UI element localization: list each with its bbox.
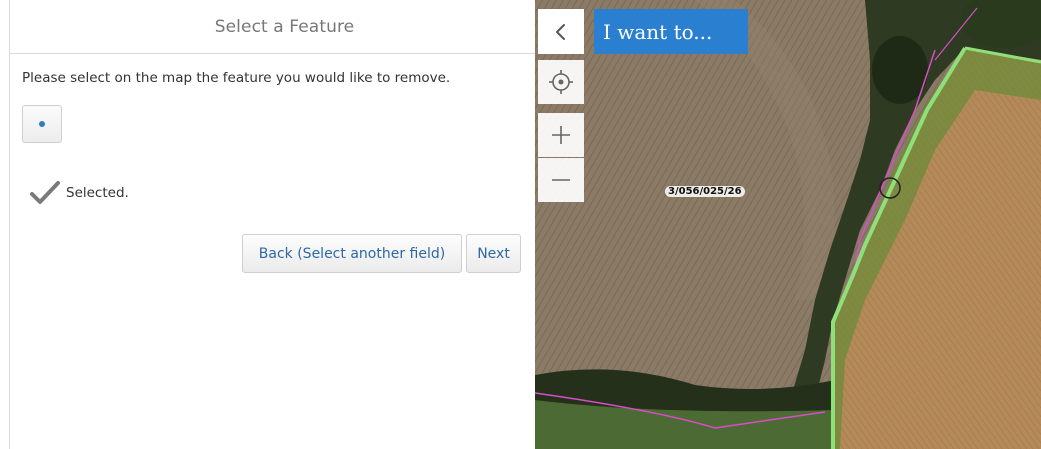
zoom-out-button[interactable] [538,158,584,202]
plus-icon [552,126,570,144]
feature-panel: Select a Feature Please select on the ma… [0,0,535,449]
minus-icon [552,179,570,181]
chevron-left-icon [556,23,565,40]
crosshair-icon [549,70,573,94]
next-button[interactable]: Next [466,234,521,273]
parcel-label: 3/056/025/26 [665,186,745,197]
zoom-in-button[interactable] [538,113,584,157]
panel-divider [9,0,10,449]
back-select-another-field-button[interactable]: Back (Select another field) [242,234,462,273]
locate-button[interactable] [538,60,584,104]
point-select-tool-button[interactable] [22,105,62,143]
instruction-text: Please select on the map the feature you… [22,70,451,86]
aerial-imagery [535,0,1041,449]
app-window: Select a Feature Please select on the ma… [0,0,1041,449]
checkmark-icon [30,181,60,204]
i-want-to-button[interactable]: I want to... [594,9,748,54]
panel-title: Select a Feature [214,16,355,37]
selected-status-text: Selected. [66,185,129,201]
panel-header: Select a Feature [10,0,535,54]
collapse-panel-button[interactable] [538,9,584,54]
map-view[interactable]: I want to... 3/056/025/26 [535,0,1041,449]
point-dot-icon [39,121,45,127]
selection-status: Selected. [30,180,129,206]
